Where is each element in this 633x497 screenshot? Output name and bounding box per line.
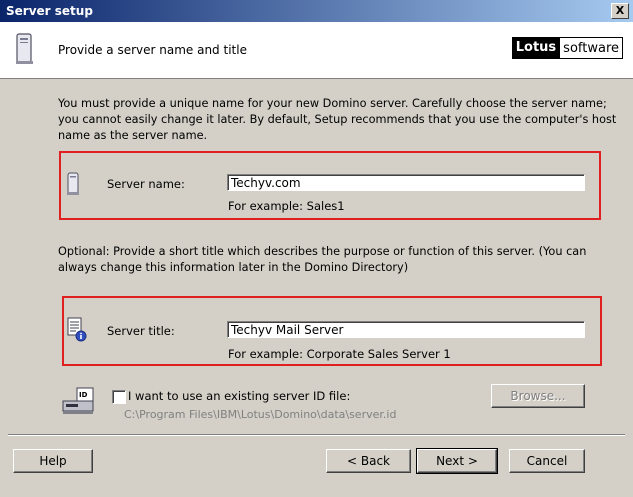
- close-button[interactable]: X: [611, 3, 629, 19]
- existing-id-label[interactable]: I want to use an existing server ID file…: [128, 389, 350, 403]
- document-info-icon: [67, 317, 87, 342]
- server-id-path: C:\Program Files\IBM\Lotus\Domino\data\s…: [124, 408, 397, 421]
- next-button[interactable]: Next >: [416, 448, 498, 474]
- title-bar: [0, 0, 633, 22]
- server-icon: [67, 172, 79, 195]
- browse-button[interactable]: Browse...: [491, 384, 585, 408]
- cancel-button[interactable]: Cancel: [509, 449, 585, 473]
- server-name-label: Server name:: [107, 177, 185, 191]
- server-tower-icon: [16, 33, 33, 64]
- id-card-drive-icon: ID: [62, 387, 94, 414]
- server-title-example: For example: Corporate Sales Server 1: [228, 347, 451, 361]
- cancel-label: Cancel: [526, 454, 568, 468]
- window-title: Server setup: [6, 4, 93, 18]
- back-label: Back: [360, 454, 390, 468]
- server-title-input[interactable]: Techyv Mail Server: [227, 321, 585, 338]
- help-button[interactable]: Help: [13, 449, 93, 473]
- existing-id-checkbox[interactable]: [112, 390, 126, 404]
- back-prefix: <: [346, 454, 361, 468]
- page-heading: Provide a server name and title: [58, 43, 247, 57]
- server-title-label: Server title:: [107, 324, 175, 338]
- next-label: Next >: [436, 454, 478, 468]
- wizard-header: Provide a server name and title Lotus so…: [0, 22, 633, 79]
- lotus-logo: Lotus software: [511, 37, 623, 59]
- intro-text: You must provide a unique name for your …: [58, 97, 617, 142]
- browse-label: Browse...: [510, 389, 566, 403]
- brand-software: software: [560, 37, 623, 59]
- brand-lotus: Lotus: [511, 37, 561, 59]
- back-button[interactable]: < Back: [326, 449, 411, 473]
- optional-text: Optional: Provide a short title which de…: [58, 245, 587, 274]
- close-icon: X: [615, 4, 625, 17]
- server-name-example: For example: Sales1: [228, 199, 345, 213]
- help-label: Help: [39, 454, 67, 468]
- svg-text:ID: ID: [79, 391, 88, 399]
- footer-divider: [8, 434, 625, 436]
- server-name-input[interactable]: Techyv.com: [227, 174, 585, 191]
